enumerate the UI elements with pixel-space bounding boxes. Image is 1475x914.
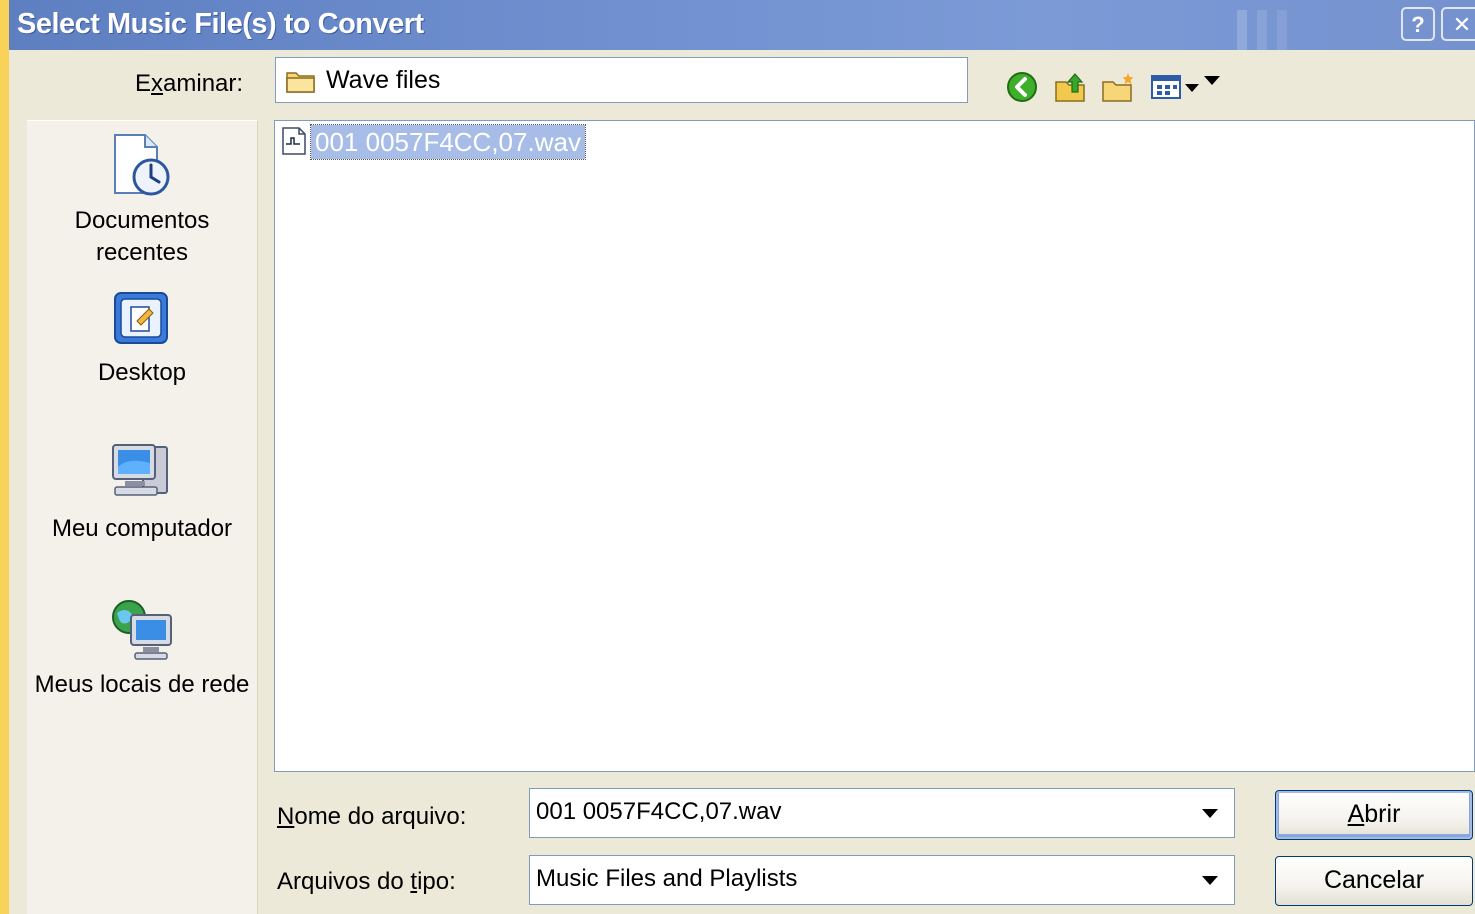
place-label: Documentos recentes xyxy=(74,207,210,266)
network-places-icon xyxy=(112,600,172,660)
my-computer-icon xyxy=(112,444,168,496)
chevron-down-icon[interactable] xyxy=(1204,76,1220,85)
cancel-button[interactable]: Cancelar xyxy=(1275,856,1473,906)
chevron-down-icon[interactable] xyxy=(1202,876,1218,885)
help-button[interactable]: ? xyxy=(1401,7,1435,41)
lookin-combobox[interactable]: Wave files xyxy=(275,57,1220,103)
desktop-icon xyxy=(114,292,168,344)
lookin-value: Wave files xyxy=(326,66,441,94)
view-menu-icon[interactable] xyxy=(1149,70,1205,104)
close-button[interactable]: ✕ xyxy=(1441,7,1475,41)
filename-field[interactable]: 001 0057F4CC,07.wav xyxy=(529,788,1235,838)
chevron-down-icon[interactable] xyxy=(1202,809,1218,818)
filetype-label: Arquivos do tipo: xyxy=(277,868,456,895)
filetype-value: Music Files and Playlists xyxy=(536,865,798,892)
place-my-computer[interactable]: Meu computador xyxy=(27,441,257,545)
open-file-dialog: Select Music File(s) to Convert ? ✕ Exam… xyxy=(9,0,1475,914)
places-bar: Documentos recentes Desktop Meu computad… xyxy=(27,120,258,914)
place-label: Desktop xyxy=(97,359,187,386)
folder-icon xyxy=(286,72,315,93)
place-label: Meu computador xyxy=(51,515,233,542)
file-name: 001 0057F4CC,07.wav xyxy=(310,124,586,160)
place-recent-documents[interactable]: Documentos recentes xyxy=(27,131,257,269)
place-label: Meus locais de rede xyxy=(34,671,250,698)
new-folder-icon[interactable] xyxy=(1101,70,1137,104)
file-list[interactable]: 001 0057F4CC,07.wav xyxy=(274,120,1475,772)
back-icon[interactable] xyxy=(1005,70,1039,104)
dialog-title: Select Music File(s) to Convert xyxy=(17,8,424,40)
place-desktop[interactable]: Desktop xyxy=(27,287,257,389)
filetype-select[interactable]: Music Files and Playlists xyxy=(529,855,1235,905)
lookin-label: Examinar: xyxy=(135,70,244,97)
wave-file-icon xyxy=(282,127,306,155)
filename-value: 001 0057F4CC,07.wav xyxy=(536,798,782,825)
title-bar[interactable]: Select Music File(s) to Convert ? ✕ xyxy=(9,0,1475,50)
filename-label: Nome do arquivo: xyxy=(277,803,467,830)
recent-documents-icon xyxy=(114,134,170,196)
title-decoration xyxy=(1237,10,1297,50)
open-button[interactable]: Abrir xyxy=(1275,790,1473,840)
place-network-places[interactable]: Meus locais de rede xyxy=(27,595,257,701)
up-folder-icon[interactable] xyxy=(1053,70,1089,104)
